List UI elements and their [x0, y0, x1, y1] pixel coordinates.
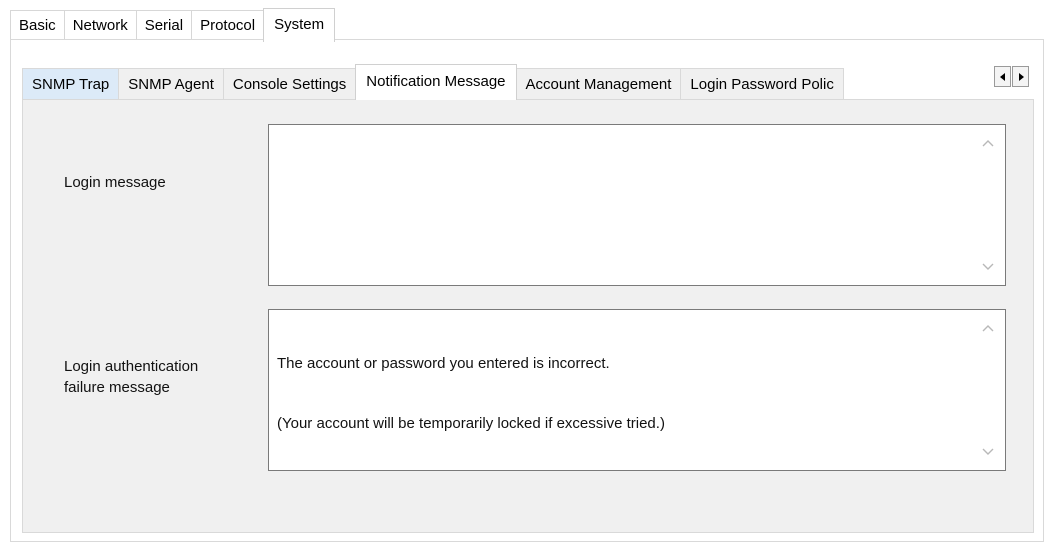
tab-snmp-trap[interactable]: SNMP Trap: [22, 68, 120, 100]
tab-protocol[interactable]: Protocol: [191, 10, 265, 40]
tab-account-management[interactable]: Account Management: [515, 68, 682, 100]
tab-basic[interactable]: Basic: [10, 10, 65, 40]
tab-snmp-agent[interactable]: SNMP Agent: [118, 68, 224, 100]
login-failure-text-line1: The account or password you entered is i…: [277, 355, 610, 372]
tab-console-settings[interactable]: Console Settings: [222, 68, 357, 100]
arrow-right-icon[interactable]: [1012, 66, 1029, 87]
tab-notification-message[interactable]: Notification Message: [355, 64, 517, 100]
tab-serial[interactable]: Serial: [135, 10, 193, 40]
login-failure-message-textarea[interactable]: The account or password you entered is i…: [268, 309, 1006, 471]
login-failure-text-line2: (Your account will be temporarily locked…: [277, 415, 665, 432]
login-failure-message-label: Login authentication failure message: [64, 356, 254, 398]
top-tab-bar: Basic Network Serial Protocol System: [10, 8, 336, 42]
tab-login-password-policy[interactable]: Login Password Polic: [680, 68, 844, 100]
chevron-down-icon[interactable]: [981, 261, 995, 273]
chevron-down-icon[interactable]: [981, 446, 995, 458]
arrow-left-icon[interactable]: [994, 66, 1011, 87]
tab-system[interactable]: System: [263, 8, 336, 42]
login-failure-label-line2: failure message: [64, 379, 170, 396]
chevron-up-icon[interactable]: [981, 322, 995, 334]
inner-tab-bar: SNMP Trap SNMP Agent Console Settings No…: [22, 64, 992, 100]
login-failure-label-line1: Login authentication: [64, 358, 199, 375]
tab-scroll-controls: [994, 66, 1030, 87]
login-message-textarea[interactable]: [268, 124, 1006, 286]
login-failure-message-text: The account or password you entered is i…: [277, 314, 965, 474]
tab-network[interactable]: Network: [63, 10, 137, 40]
login-message-label: Login message: [64, 174, 166, 191]
chevron-up-icon[interactable]: [981, 137, 995, 149]
